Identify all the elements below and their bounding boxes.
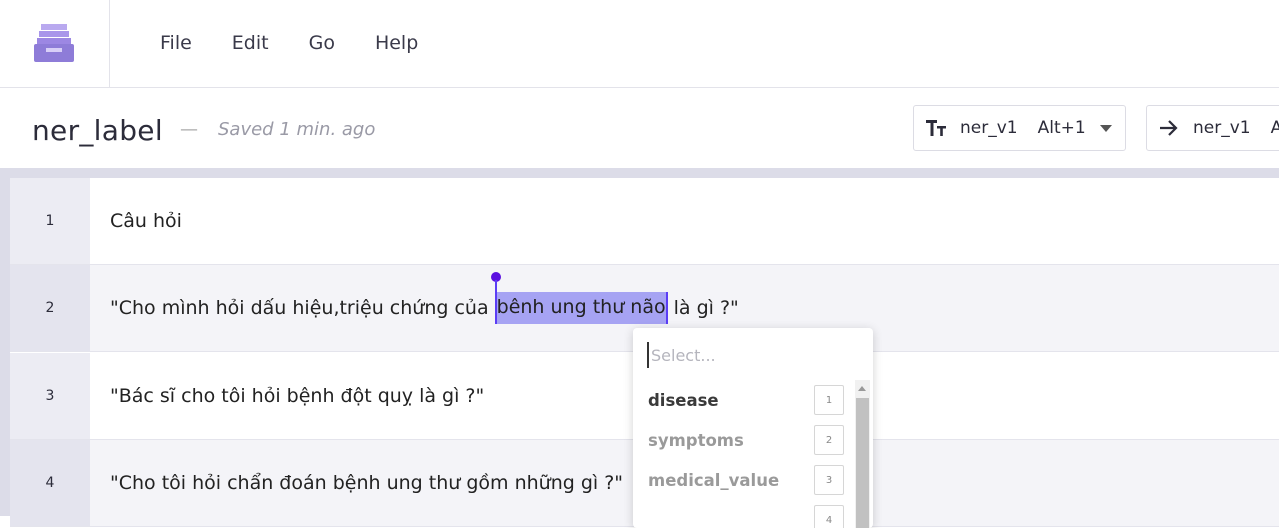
row-number: 2 [10,265,90,351]
label-option[interactable]: 4 [633,500,855,528]
page-title[interactable]: ner_label [32,114,163,148]
entity-highlight[interactable]: bênh ung thư não [490,272,668,324]
row-text[interactable]: Câu hỏi [110,178,182,264]
row-number: 3 [10,353,90,439]
row-text[interactable]: "Cho tôi hỏi chẩn đoán bệnh ung thư gồm … [110,440,623,526]
chevron-down-icon [1099,124,1112,132]
title-bar: ner_label — Saved 1 min. ago ner_v1 Alt+… [0,88,1279,168]
saved-status: Saved 1 min. ago [218,119,376,140]
dropdown-scrollbar[interactable] [855,380,870,528]
entity-highlight-text: bênh ung thư não [496,296,666,318]
menu-bar: File Edit Go Help [160,30,418,56]
format-selector-name: ner_v1 [960,118,1018,138]
label-option[interactable]: disease 1 [633,380,855,420]
menu-edit[interactable]: Edit [232,30,269,56]
relation-selector[interactable]: ner_v1 A [1146,105,1279,151]
logo-cell [0,0,110,87]
scrollbar-thumb[interactable] [856,398,869,528]
relation-selector-name: ner_v1 [1193,118,1251,138]
row-number: 4 [10,440,90,526]
row-text[interactable]: "Bác sĩ cho tôi hỏi bệnh đột quỵ là gì ?… [110,353,484,439]
scroll-up-icon[interactable] [858,386,866,391]
arrow-right-icon [1160,120,1178,136]
format-selector-shortcut: Alt+1 [1037,118,1086,138]
title-separator: — [180,119,198,140]
label-option-name: symptoms [648,430,744,450]
label-option-name: disease [648,390,719,410]
menu-help[interactable]: Help [375,30,418,56]
label-option-key: 2 [814,425,844,455]
format-selector[interactable]: ner_v1 Alt+1 [913,105,1126,151]
menu-go[interactable]: Go [309,30,335,56]
row-text-after: là gì ?" [667,297,739,319]
label-option-key: 4 [814,505,844,528]
top-bar: File Edit Go Help [0,0,1279,88]
label-search-input[interactable] [647,342,847,368]
label-option-key: 3 [814,465,844,495]
label-option-name: medical_value [648,470,780,490]
row-number: 1 [10,178,90,264]
label-option[interactable]: medical_value 3 [633,460,855,500]
row-text-before: "Cho mình hỏi dấu hiệu,triệu chứng của [110,297,495,319]
label-option-key: 1 [814,385,844,415]
table-row: 1 Câu hỏi [10,178,1279,265]
relation-selector-shortcut: A [1270,118,1279,138]
label-option[interactable]: symptoms 2 [633,420,855,460]
drag-handle-stem [494,280,497,292]
label-options-list: disease 1 symptoms 2 medical_value 3 4 [633,380,855,528]
label-dropdown: disease 1 symptoms 2 medical_value 3 4 [633,328,873,528]
menu-file[interactable]: File [160,30,192,56]
app-logo-icon[interactable] [32,20,76,64]
text-format-icon [926,120,946,136]
